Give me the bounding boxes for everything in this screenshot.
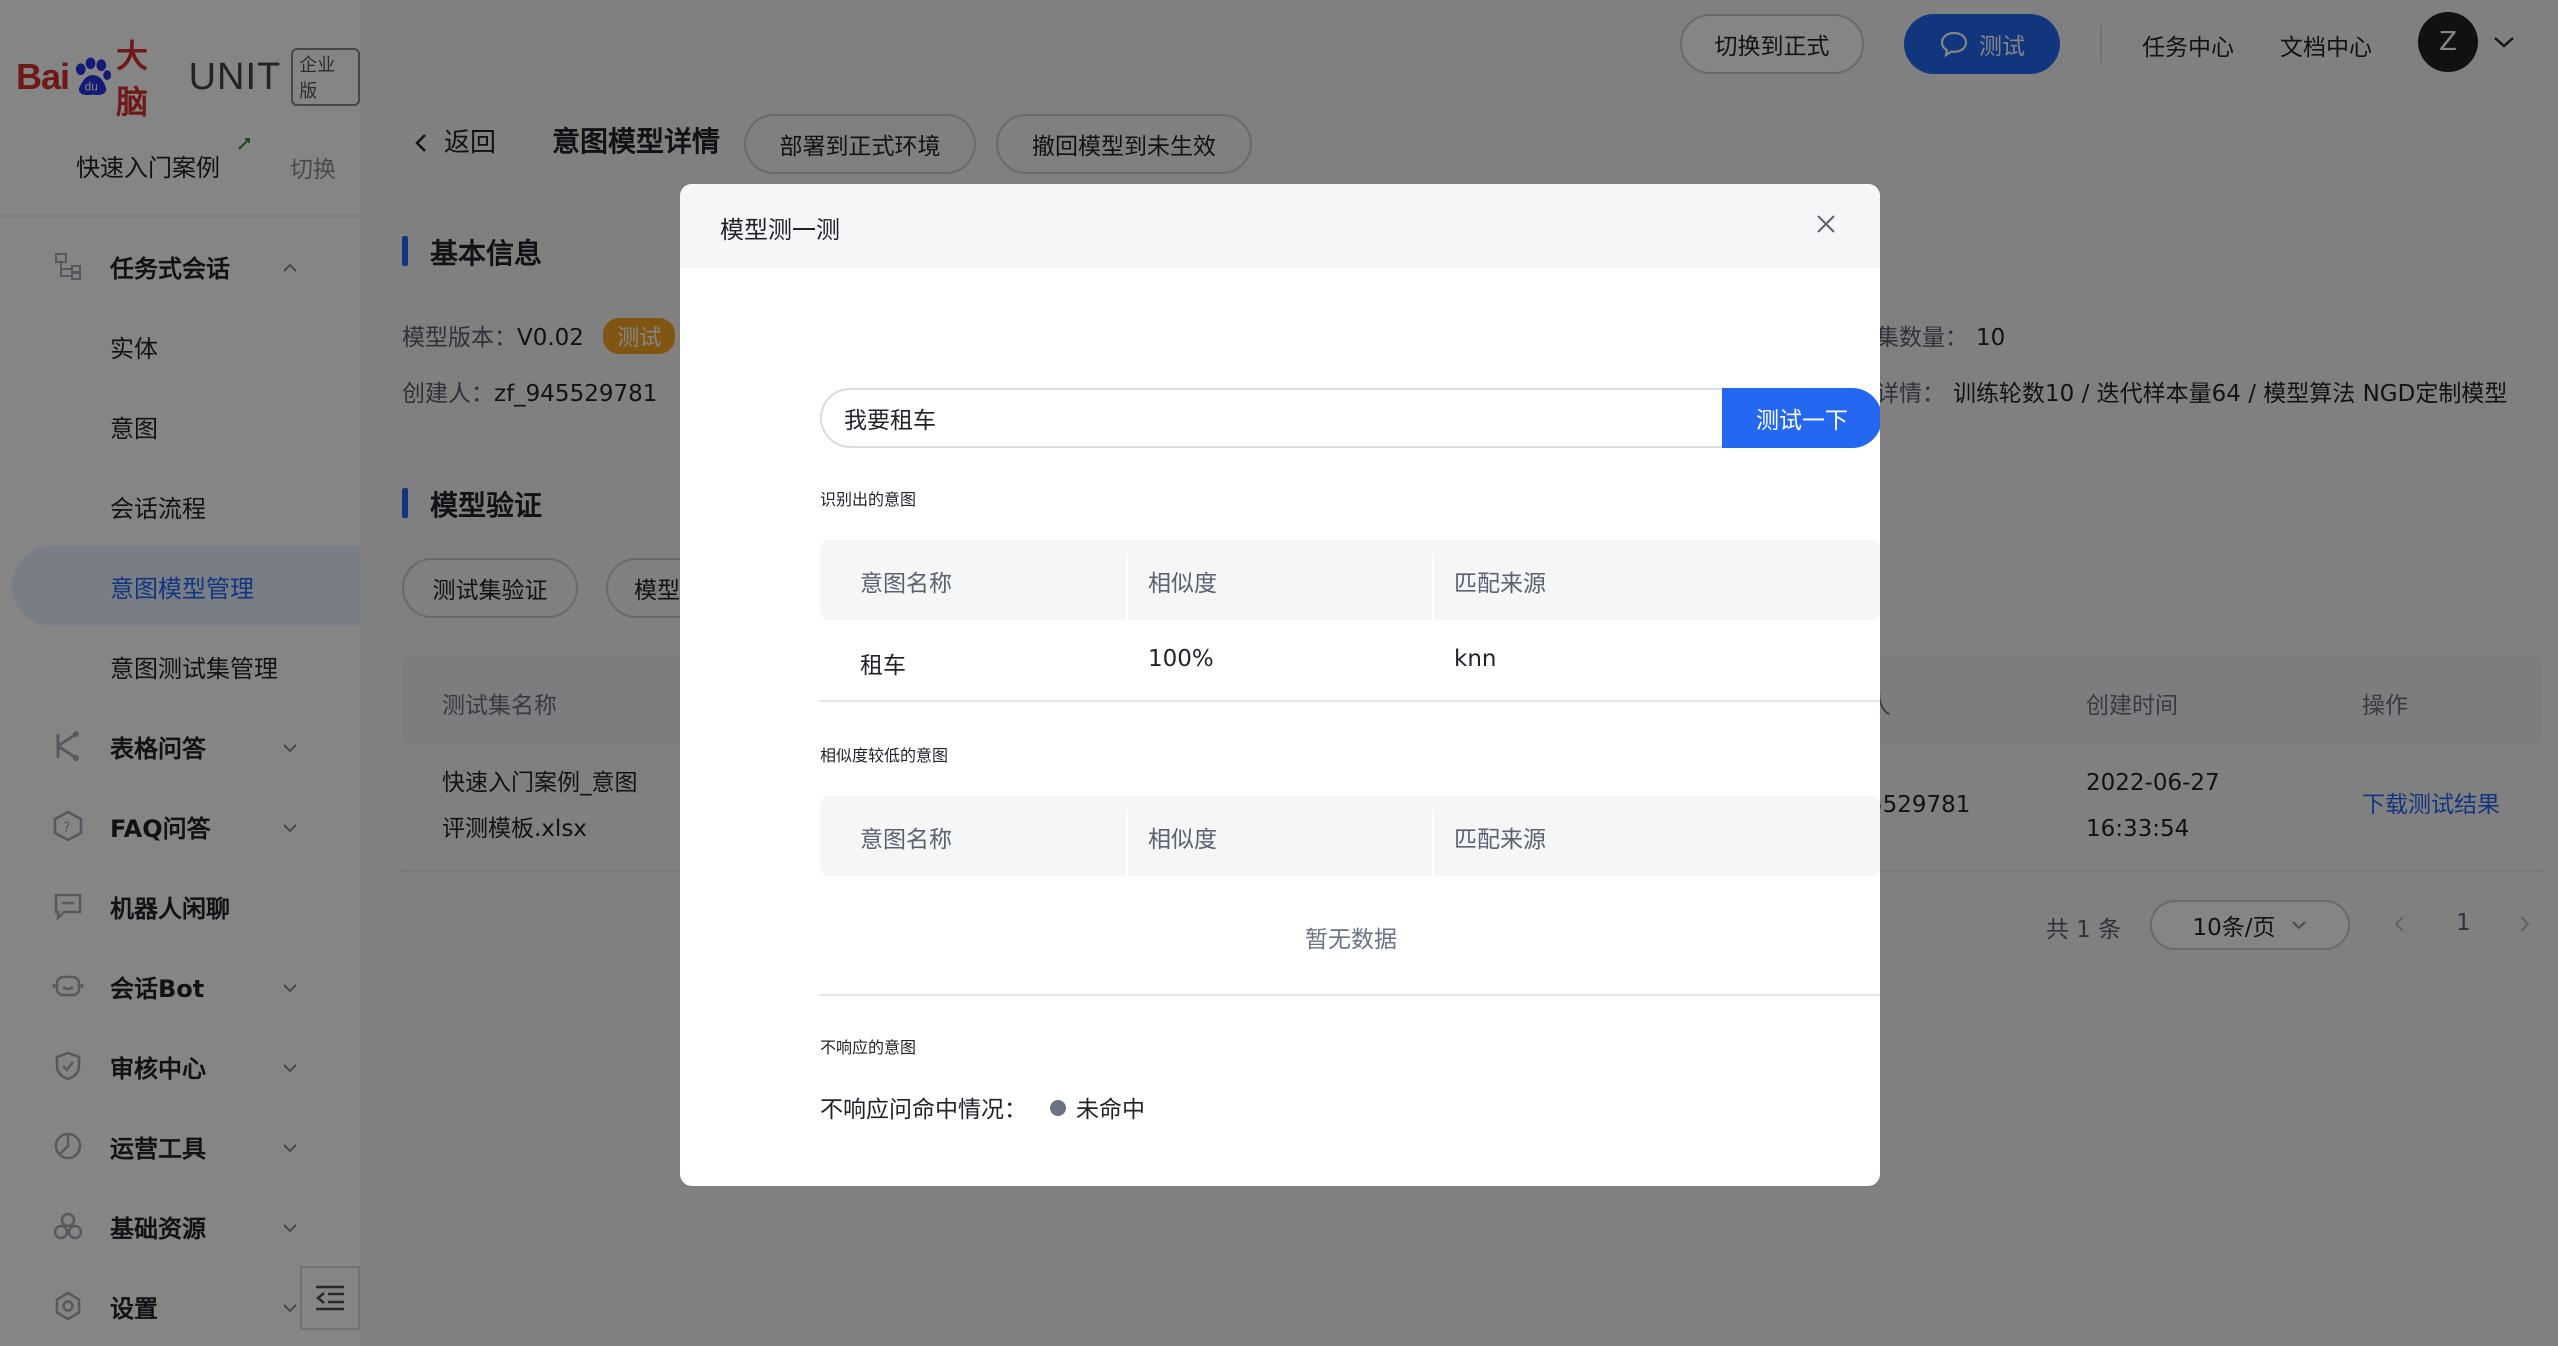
status-dot-icon bbox=[1050, 1100, 1066, 1116]
dialog-header bbox=[680, 184, 1880, 268]
col-similarity: 相似度 bbox=[1148, 571, 1217, 597]
close-icon[interactable] bbox=[1808, 206, 1844, 242]
no-response-caption: 不响应的意图 bbox=[820, 1038, 917, 1057]
cell-match-source: knn bbox=[1454, 646, 1497, 672]
query-input[interactable]: 我要租车 bbox=[820, 388, 1722, 448]
table-bottom-divider bbox=[820, 994, 1880, 996]
run-test-button[interactable]: 测试一下 bbox=[1722, 388, 1880, 448]
no-response-status: 未命中 bbox=[1076, 1097, 1145, 1123]
low-similarity-caption: 相似度较低的意图 bbox=[820, 746, 949, 765]
col-intent-name: 意图名称 bbox=[860, 571, 952, 597]
empty-data-text: 暂无数据 bbox=[1305, 927, 1397, 953]
col-similarity: 相似度 bbox=[1148, 827, 1217, 853]
header-separator bbox=[1432, 554, 1434, 620]
recognized-intent-caption: 识别出的意图 bbox=[820, 490, 917, 509]
header-separator bbox=[1126, 554, 1128, 620]
header-separator bbox=[1126, 810, 1128, 876]
cell-similarity: 100% bbox=[1148, 646, 1214, 672]
table-row-divider bbox=[820, 700, 1880, 702]
col-intent-name: 意图名称 bbox=[860, 827, 952, 853]
col-match-source: 匹配来源 bbox=[1454, 827, 1546, 853]
recognized-table-header bbox=[820, 540, 1880, 620]
dialog-title: 模型测一测 bbox=[720, 216, 840, 244]
col-match-source: 匹配来源 bbox=[1454, 571, 1546, 597]
no-response-label: 不响应问命中情况： bbox=[820, 1097, 1027, 1123]
model-test-dialog: 模型测一测 我要租车 测试一下 识别出的意图 意图名称 相似度 匹配来源 租车 … bbox=[680, 184, 1880, 1186]
low-similarity-table-header bbox=[820, 796, 1880, 876]
header-separator bbox=[1432, 810, 1434, 876]
cell-intent-name: 租车 bbox=[860, 653, 906, 679]
